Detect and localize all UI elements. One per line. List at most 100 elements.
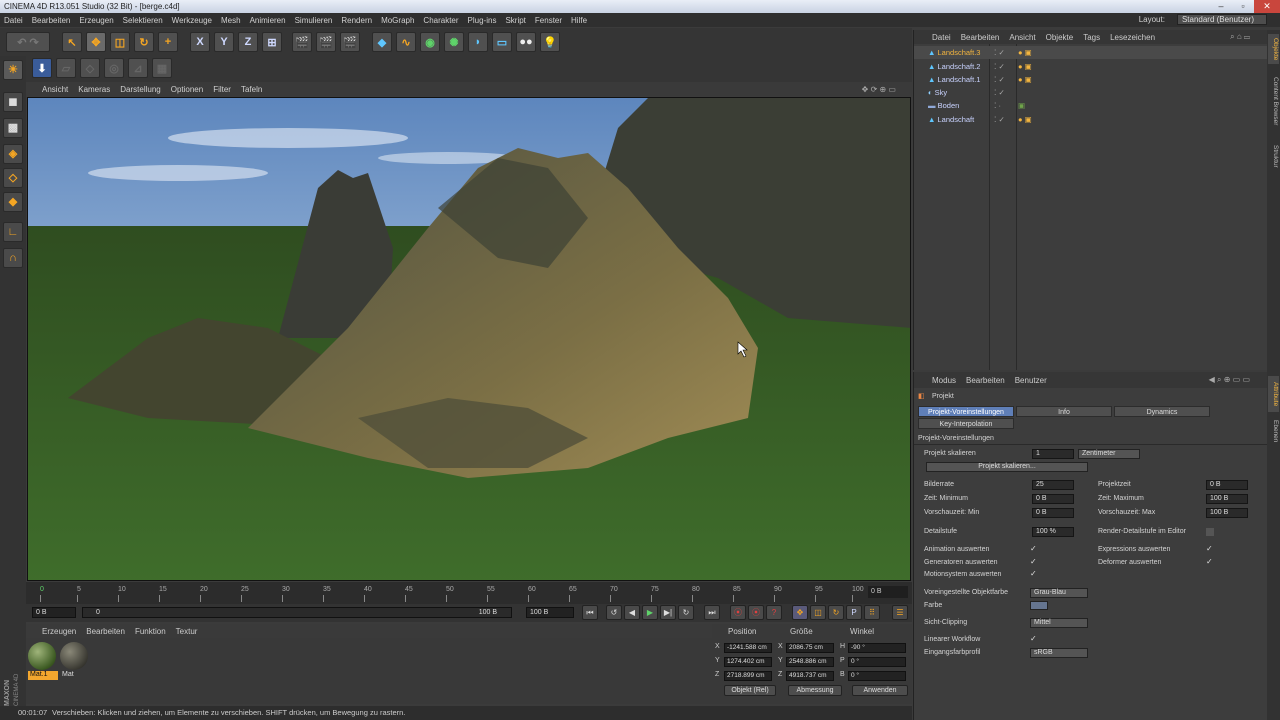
render-lod-checkbox[interactable] <box>1206 528 1214 536</box>
cube-primitive-icon[interactable]: ◆ <box>372 32 392 52</box>
menu-selektieren[interactable]: Selektieren <box>123 16 163 25</box>
side-tab-ebenen[interactable]: Ebenen <box>1268 416 1279 446</box>
undo-redo-icon[interactable]: ↶ ↷ <box>6 32 50 52</box>
texture-mode-icon[interactable]: ▩ <box>3 118 23 138</box>
live-selection-icon[interactable]: ↖ <box>62 32 82 52</box>
object-mode-icon[interactable]: ◼ <box>3 92 23 112</box>
start-frame-field[interactable]: 0 B <box>32 607 76 618</box>
min-time-field[interactable]: 0 B <box>1032 494 1074 504</box>
axis-mode-icon[interactable]: ∟ <box>3 222 23 242</box>
menu-datei[interactable]: Datei <box>4 16 23 25</box>
material-menu-erzeugen[interactable]: Erzeugen <box>42 627 76 636</box>
viewport-menu-ansicht[interactable]: Ansicht <box>42 85 68 94</box>
make-editable-icon[interactable]: ⬇ <box>32 58 52 78</box>
maximize-icon[interactable]: ▫ <box>1232 0 1254 13</box>
point-tool-icon[interactable]: ◎ <box>104 58 124 78</box>
color-profile-dropdown[interactable]: sRGB <box>1030 648 1088 658</box>
menu-skript[interactable]: Skript <box>505 16 525 25</box>
y-axis-lock-icon[interactable]: Y <box>214 32 234 52</box>
animation-checkbox[interactable]: ✓ <box>1030 545 1038 553</box>
menu-werkzeuge[interactable]: Werkzeuge <box>172 16 212 25</box>
scale-tool-icon[interactable]: ◫ <box>110 32 130 52</box>
tab-dynamics[interactable]: Dynamics <box>1114 406 1210 417</box>
render-view-icon[interactable]: 🎬 <box>292 32 312 52</box>
object-menu-bearbeiten[interactable]: Bearbeiten <box>961 33 1000 42</box>
object-row-sky[interactable]: ◐ Sky ⁚ ✓ <box>914 86 1268 99</box>
timeline-window-icon[interactable]: ☰ <box>892 605 908 620</box>
visibility-dots-icon[interactable]: ⁚ · <box>994 99 1001 112</box>
object-menu-ansicht[interactable]: Ansicht <box>1009 33 1035 42</box>
side-tab-objekte[interactable]: Objekte <box>1268 34 1279 64</box>
z-axis-lock-icon[interactable]: Z <box>238 32 258 52</box>
autokey-icon[interactable]: ⦿ <box>748 605 764 620</box>
points-mode-icon[interactable]: ◈ <box>3 144 23 164</box>
viewport-menu-kameras[interactable]: Kameras <box>78 85 110 94</box>
position-y-field[interactable]: 1274.402 cm <box>724 657 772 667</box>
visibility-dots-icon[interactable]: ⁚ ✓ <box>994 113 1005 126</box>
end-frame-field[interactable]: 100 B <box>526 607 574 618</box>
viewport-menu-darstellung[interactable]: Darstellung <box>120 85 160 94</box>
object-color-dropdown[interactable]: Grau-Blau <box>1030 588 1088 598</box>
project-time-field[interactable]: 0 B <box>1206 480 1248 490</box>
material-menu-funktion[interactable]: Funktion <box>135 627 166 636</box>
play-icon[interactable]: ▶ <box>642 605 658 620</box>
object-menu-lesezeichen[interactable]: Lesezeichen <box>1110 33 1155 42</box>
material-tag-icon[interactable]: ● ▣ <box>1018 73 1032 86</box>
material-menu-textur[interactable]: Textur <box>176 627 198 636</box>
menu-animieren[interactable]: Animieren <box>250 16 286 25</box>
object-menu-objekte[interactable]: Objekte <box>1046 33 1074 42</box>
scale-project-button[interactable]: Projekt skalieren... <box>926 462 1088 472</box>
material-tag-icon[interactable]: ● ▣ <box>1018 46 1032 59</box>
spline-icon[interactable]: ∿ <box>396 32 416 52</box>
attr-nav-icons[interactable]: ◀ ⌕ ⊕ ▭ ▭ <box>1209 375 1250 385</box>
preview-min-field[interactable]: 0 B <box>1032 508 1074 518</box>
tab-key-interpolation[interactable]: Key-Interpolation <box>918 418 1014 429</box>
attr-menu-bearbeiten[interactable]: Bearbeiten <box>966 376 1005 385</box>
preview-max-field[interactable]: 100 B <box>1206 508 1248 518</box>
current-frame-field[interactable]: 0 B <box>868 586 908 598</box>
key-rotation-icon[interactable]: ↻ <box>828 605 844 620</box>
deformer-icon[interactable]: ◗ <box>468 32 488 52</box>
viewport-menu-filter[interactable]: Filter <box>213 85 231 94</box>
side-tab-attribute[interactable]: Attribute <box>1268 376 1279 412</box>
viewport-nav-icons[interactable]: ✥ ⟳ ⊕ ▭ <box>862 85 896 94</box>
polygon-tool-icon[interactable]: ▱ <box>56 58 76 78</box>
keyframe-selection-icon[interactable]: ? <box>766 605 782 620</box>
prev-frame-icon[interactable]: ◀ <box>624 605 640 620</box>
prev-key-icon[interactable]: ↺ <box>606 605 622 620</box>
material-tag-icon[interactable]: ● ▣ <box>1018 113 1032 126</box>
viewport-menu-tafeln[interactable]: Tafeln <box>241 85 262 94</box>
motion-system-checkbox[interactable]: ✓ <box>1030 570 1038 578</box>
menu-charakter[interactable]: Charakter <box>423 16 458 25</box>
visibility-dots-icon[interactable]: ⁚ ✓ <box>994 86 1005 99</box>
viewport-menu-optionen[interactable]: Optionen <box>171 85 203 94</box>
menu-mograph[interactable]: MoGraph <box>381 16 414 25</box>
material-swatch[interactable] <box>28 642 56 670</box>
position-x-field[interactable]: -1241.588 cm <box>724 643 772 653</box>
generators-checkbox[interactable]: ✓ <box>1030 558 1038 566</box>
object-row-boden[interactable]: ▬ Boden ⁚ · ▣ <box>914 99 1268 112</box>
key-position-icon[interactable]: ✥ <box>792 605 808 620</box>
nurbs-icon[interactable]: ◉ <box>420 32 440 52</box>
create-object-icon[interactable]: + <box>158 32 178 52</box>
camera-icon[interactable]: ●● <box>516 32 536 52</box>
edges-mode-icon[interactable]: ◇ <box>3 168 23 188</box>
close-icon[interactable]: ✕ <box>1254 0 1280 13</box>
menu-fenster[interactable]: Fenster <box>535 16 562 25</box>
scene-icon[interactable]: ▭ <box>492 32 512 52</box>
material-swatch[interactable] <box>60 642 88 670</box>
size-z-field[interactable]: 4918.737 cm <box>786 671 834 681</box>
menu-plugins[interactable]: Plug-ins <box>468 16 497 25</box>
side-tab-content-browser[interactable]: Content Browser <box>1268 68 1279 134</box>
minimize-icon[interactable]: – <box>1210 0 1232 13</box>
apply-button[interactable]: Anwenden <box>852 685 908 696</box>
goto-start-icon[interactable]: ⏮ <box>582 605 598 620</box>
light-icon[interactable]: 💡 <box>540 32 560 52</box>
next-frame-icon[interactable]: ▶| <box>660 605 676 620</box>
clipping-dropdown[interactable]: Mittel <box>1030 618 1088 628</box>
linear-workflow-checkbox[interactable]: ✓ <box>1030 635 1038 643</box>
position-z-field[interactable]: 2718.899 cm <box>724 671 772 681</box>
object-row-landschaft-3[interactable]: ▲ Landschaft.3 ⁚ ✓ ● ▣ <box>914 46 1268 59</box>
uv-tool-icon[interactable]: ⊿ <box>128 58 148 78</box>
menu-simulieren[interactable]: Simulieren <box>295 16 333 25</box>
